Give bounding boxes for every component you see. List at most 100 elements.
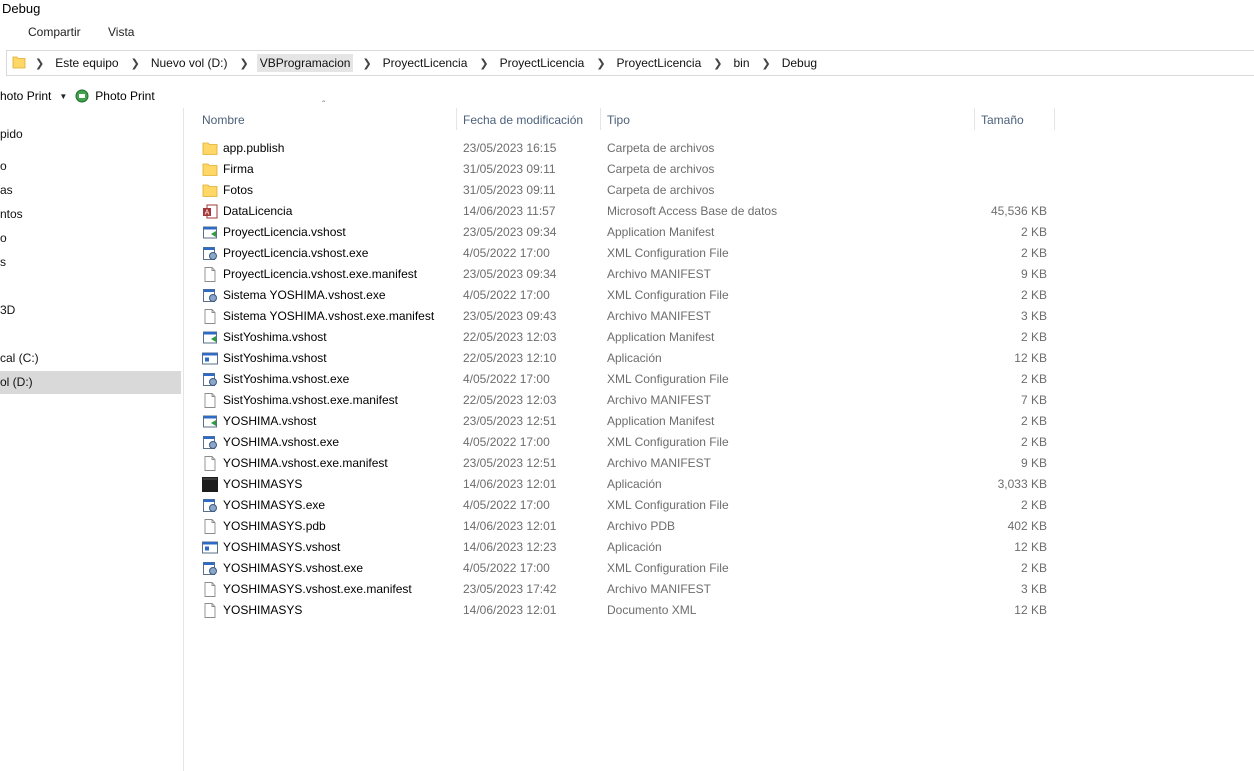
column-divider[interactable] [600,108,601,130]
ribbon-tab-vista[interactable]: Vista [108,25,134,39]
file-date: 23/05/2023 09:43 [463,309,557,323]
window-title: Debug [2,1,41,16]
app-icon [202,540,218,555]
column-divider[interactable] [1054,108,1055,130]
breadcrumb-item[interactable]: Debug [779,54,820,72]
file-row[interactable]: YOSHIMA.vshost.exe.manifest 23/05/2023 12… [196,453,1056,474]
chevron-right-icon[interactable]: ❯ [362,57,371,70]
address-bar[interactable]: ❯ Este equipo ❯ Nuevo vol (D:) ❯ VBProgr… [6,50,1254,76]
file-row[interactable]: SistYoshima.vshost.exe.manifest 22/05/202… [196,390,1056,411]
column-divider[interactable] [974,108,975,130]
file-size: 9 KB [1020,456,1047,470]
file-row[interactable]: A DataLicencia 14/06/2023 11:57 Microsoft A… [196,201,1056,222]
nav-item-local-disk[interactable]: cal (C:) [0,347,181,370]
chevron-right-icon[interactable]: ❯ [713,57,722,70]
file-row[interactable]: Fotos 31/05/2023 09:11 Carpeta de archivos [196,180,1056,201]
chevron-right-icon[interactable]: ❯ [762,57,771,70]
file-type: Archivo MANIFEST [607,582,712,596]
breadcrumb-item[interactable]: bin [730,54,752,72]
column-header-name[interactable]: Nombre [202,110,245,130]
breadcrumb-item[interactable]: ProyectLicencia [497,54,588,72]
file-row[interactable]: Sistema YOSHIMA.vshost.exe.manifest 23/05… [196,306,1056,327]
manifest-icon [202,330,218,345]
file-type: XML Configuration File [607,288,729,302]
file-size: 2 KB [1020,435,1047,449]
file-size: 2 KB [1020,372,1047,386]
file-name: YOSHIMASYS.vshost.exe [223,561,364,575]
file-type: Application Manifest [607,225,715,239]
nav-item[interactable]: 3D [0,299,181,322]
nav-item[interactable]: s [0,251,181,274]
file-size: 12 KB [1014,351,1047,365]
file-row[interactable]: YOSHIMASYS 14/06/2023 12:01 Documento XML 1… [196,600,1056,621]
file-date: 4/05/2022 17:00 [463,246,550,260]
file-row[interactable]: app.publish 23/05/2023 16:15 Carpeta de ar… [196,138,1056,159]
file-row[interactable]: SistYoshima.vshost 22/05/2023 12:03 Applic… [196,327,1056,348]
file-name: YOSHIMASYS.vshost [223,540,341,554]
column-header-size[interactable]: Tamaño [981,110,1024,130]
file-type: Archivo MANIFEST [607,267,712,281]
app-icon [202,351,218,366]
breadcrumb-item[interactable]: ProyectLicencia [614,54,705,72]
file-row[interactable]: YOSHIMA.vshost 23/05/2023 12:51 Applicatio… [196,411,1056,432]
file-name: ProyectLicencia.vshost.exe [223,246,369,260]
file-type: XML Configuration File [607,498,729,512]
file-size: 2 KB [1020,561,1047,575]
breadcrumb-item[interactable]: ProyectLicencia [380,54,471,72]
photo-print-label[interactable]: hoto Print [0,89,51,103]
file-row[interactable]: YOSHIMASYS.vshost.exe 4/05/2022 17:00 XML … [196,558,1056,579]
file-type: Archivo MANIFEST [607,309,712,323]
file-row[interactable]: ProyectLicencia.vshost.exe.manifest 23/05… [196,264,1056,285]
file-row[interactable]: YOSHIMASYS 14/06/2023 12:01 Aplicación 3,03… [196,474,1056,495]
nav-item[interactable]: ntos [0,203,181,226]
breadcrumb-item[interactable]: Nuevo vol (D:) [148,54,231,72]
file-name: YOSHIMA.vshost.exe.manifest [223,456,388,470]
file-name: SistYoshima.vshost.exe.manifest [223,393,398,407]
ribbon-tab-compartir[interactable]: Compartir [28,25,81,39]
chevron-right-icon[interactable]: ❯ [596,57,605,70]
column-header-type[interactable]: Tipo [607,110,630,130]
file-type: Application Manifest [607,414,715,428]
file-row[interactable]: ProyectLicencia.vshost.exe 4/05/2022 17:0… [196,243,1056,264]
file-row[interactable]: YOSHIMASYS.exe 4/05/2022 17:00 XML Configu… [196,495,1056,516]
nav-item[interactable]: o [0,155,181,178]
breadcrumb-item[interactable]: Este equipo [52,54,121,72]
photo-print-icon [75,89,89,103]
file-name: YOSHIMASYS [223,477,303,491]
file-row[interactable]: ProyectLicencia.vshost 23/05/2023 09:34 Ap… [196,222,1056,243]
file-size: 45,536 KB [990,204,1047,218]
file-date: 22/05/2023 12:03 [463,330,557,344]
nav-item[interactable]: pido [0,123,181,146]
file-row[interactable]: YOSHIMASYS.vshost.exe.manifest 23/05/2023… [196,579,1056,600]
access-db-icon: A [202,204,218,219]
chevron-right-icon[interactable]: ❯ [131,57,140,70]
chevron-right-icon[interactable]: ❯ [479,57,488,70]
breadcrumb-item[interactable]: VBProgramacion [256,54,354,72]
file-size: 12 KB [1014,603,1047,617]
column-divider[interactable] [456,108,457,130]
nav-item[interactable]: o [0,227,181,250]
file-name: ProyectLicencia.vshost.exe.manifest [223,267,418,281]
file-row[interactable]: SistYoshima.vshost 22/05/2023 12:10 Aplica… [196,348,1056,369]
chevron-down-icon[interactable]: ▼ [59,92,67,101]
nav-item[interactable]: as [0,179,181,202]
chevron-right-icon[interactable]: ❯ [240,57,249,70]
file-list: app.publish 23/05/2023 16:15 Carpeta de ar… [196,138,1056,621]
photo-print-button[interactable]: Photo Print [95,89,154,103]
file-size: 2 KB [1020,288,1047,302]
file-row[interactable]: YOSHIMASYS.pdb 14/06/2023 12:01 Archivo PD… [196,516,1056,537]
file-name: app.publish [223,141,285,155]
file-date: 31/05/2023 09:11 [463,162,556,176]
file-row[interactable]: Firma 31/05/2023 09:11 Carpeta de archivos [196,159,1056,180]
file-row[interactable]: Sistema YOSHIMA.vshost.exe 4/05/2022 17:0… [196,285,1056,306]
nav-item-new-volume[interactable]: ol (D:) [0,371,181,394]
file-row[interactable]: YOSHIMA.vshost.exe 4/05/2022 17:00 XML Con… [196,432,1056,453]
file-date: 4/05/2022 17:00 [463,372,550,386]
file-row[interactable]: YOSHIMASYS.vshost 14/06/2023 12:23 Aplicac… [196,537,1056,558]
column-header-date[interactable]: Fecha de modificación [463,110,583,130]
file-row[interactable]: SistYoshima.vshost.exe 4/05/2022 17:00 XML… [196,369,1056,390]
file-name: YOSHIMASYS.pdb [223,519,326,533]
blank-file-icon [202,519,218,534]
file-type: Microsoft Access Base de datos [607,204,778,218]
config-icon [202,435,218,450]
